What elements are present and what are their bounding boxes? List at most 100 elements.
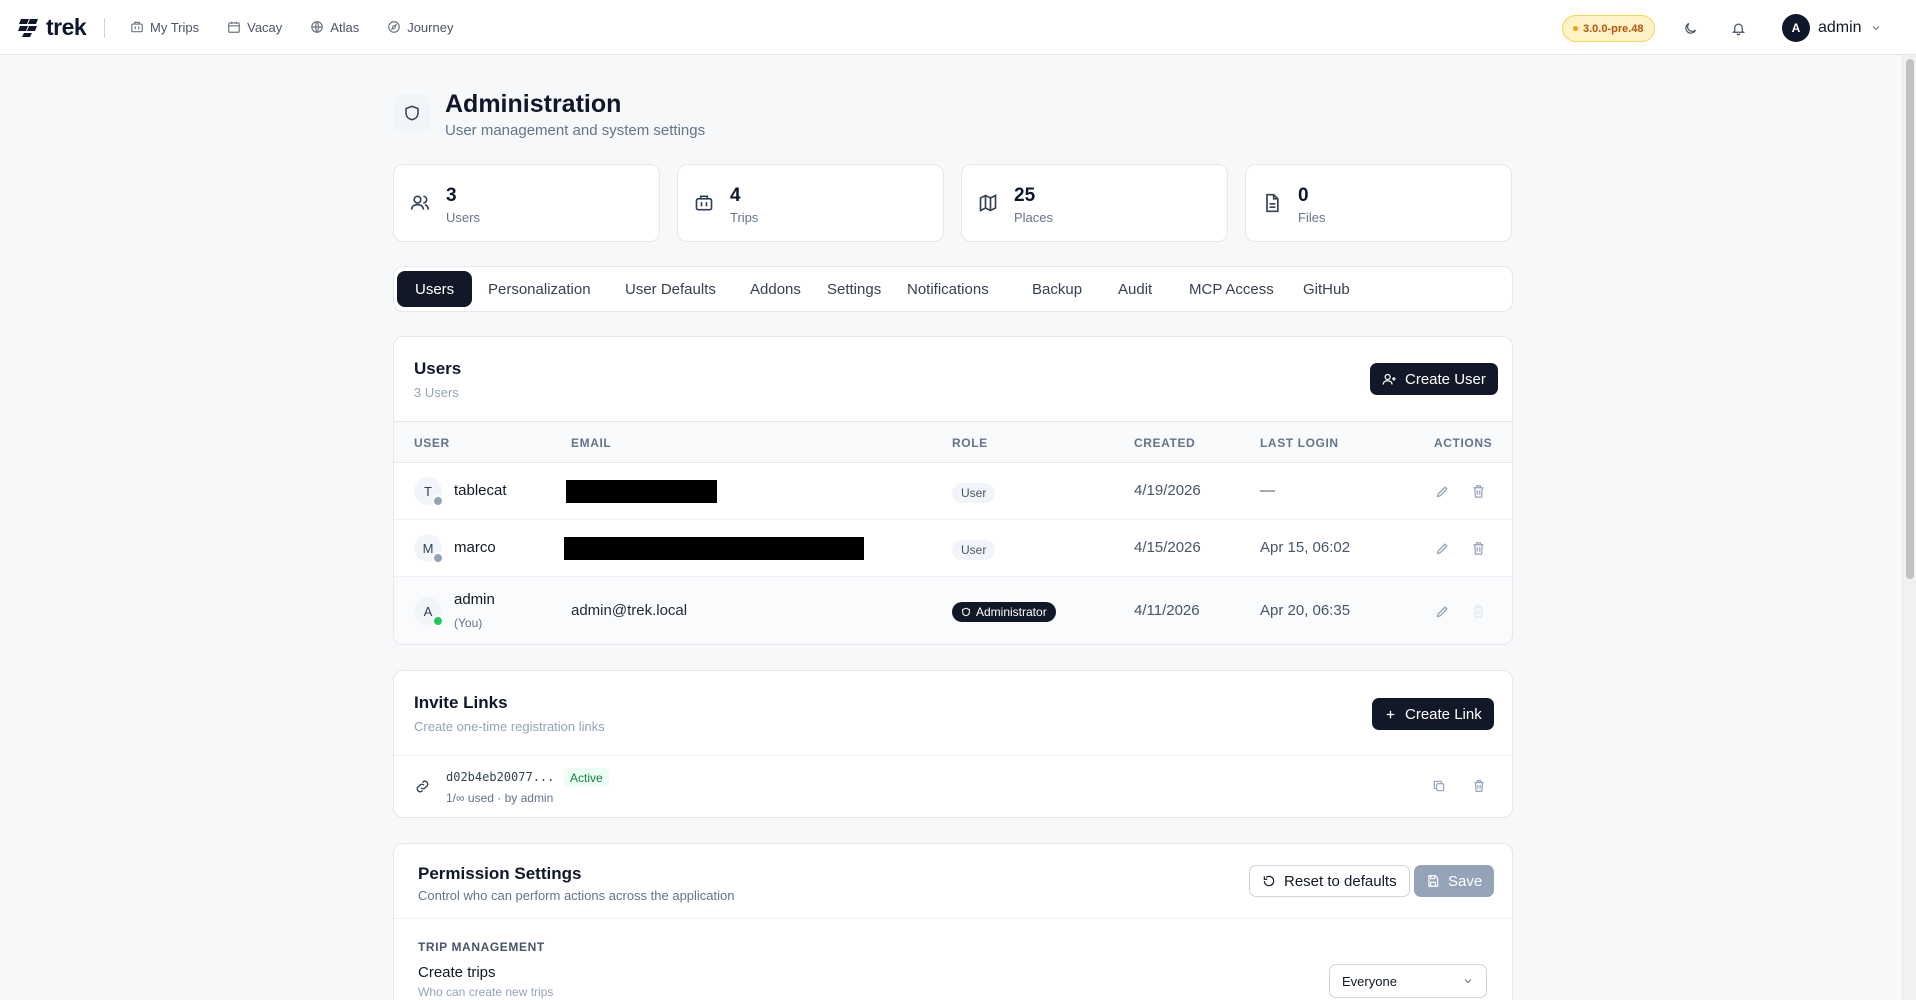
status-badge: Active — [564, 768, 609, 787]
redacted-email — [566, 480, 717, 503]
status-dot — [432, 495, 444, 507]
edit-user-button[interactable] — [1432, 538, 1452, 558]
user-plus-icon — [1382, 373, 1396, 385]
divider — [394, 918, 1512, 919]
avatar: A — [1782, 14, 1810, 42]
last-login: Apr 15, 06:02 — [1260, 539, 1351, 556]
reset-defaults-button[interactable]: Reset to defaults — [1249, 865, 1410, 897]
edit-user-button[interactable] — [1432, 481, 1452, 501]
trash-icon — [1473, 541, 1483, 555]
table-row: M marco User 4/15/2026 Apr 15, 06:02 — [394, 520, 1512, 577]
user-avatar-initial: A — [423, 603, 433, 619]
tab-users[interactable]: Users — [397, 271, 473, 307]
copy-icon — [1433, 780, 1445, 792]
stat-files-value: 0 — [1298, 185, 1309, 206]
reset-defaults-label: Reset to defaults — [1284, 872, 1397, 890]
stat-users-value: 3 — [446, 185, 457, 206]
created-date: 4/19/2026 — [1134, 482, 1201, 499]
admin-tabs: Users Personalization User Defaults Addo… — [393, 266, 1513, 312]
save-button[interactable]: Save — [1414, 865, 1495, 897]
permission-select[interactable]: Everyone — [1329, 964, 1487, 998]
edit-user-button[interactable] — [1432, 601, 1452, 621]
create-link-label: Create Link — [1405, 705, 1482, 723]
users-icon — [410, 195, 430, 210]
page-subtitle: User management and system settings — [445, 122, 706, 139]
user-name: tablecat — [454, 482, 507, 499]
user-menu-name: admin — [1818, 19, 1862, 36]
save-label: Save — [1448, 872, 1483, 890]
tab-user-defaults[interactable]: User Defaults — [607, 271, 734, 307]
user-avatar-initial: T — [424, 483, 432, 499]
delete-user-button[interactable] — [1468, 538, 1488, 558]
user-avatar: A — [414, 597, 444, 627]
permission-select-value: Everyone — [1342, 973, 1397, 989]
trash-icon — [1473, 604, 1483, 618]
nav-vacay-label: Vacay — [247, 19, 283, 35]
globe-icon — [311, 21, 324, 33]
create-user-label: Create User — [1405, 370, 1486, 388]
role-badge: Administrator — [952, 602, 1056, 622]
permission-settings-card: Permission Settings Control who can perf… — [393, 843, 1513, 1000]
map-icon — [979, 194, 997, 212]
notifications-button[interactable] — [1726, 16, 1750, 40]
nav-vacay[interactable]: Vacay — [227, 16, 282, 38]
user-avatar-initial: M — [422, 540, 434, 556]
last-login: Apr 20, 06:35 — [1260, 602, 1351, 619]
tab-personalization[interactable]: Personalization — [470, 271, 609, 307]
stat-card-places: 25 Places — [961, 164, 1228, 242]
tab-addons[interactable]: Addons — [732, 271, 819, 307]
brand-logo[interactable]: trek — [18, 14, 87, 41]
last-login: — — [1260, 482, 1275, 499]
column-role: ROLE — [952, 436, 988, 450]
user-email: admin@trek.local — [571, 602, 688, 619]
tab-notifications[interactable]: Notifications — [889, 271, 1007, 307]
page-title: Administration — [445, 90, 622, 118]
plus-icon — [1386, 710, 1395, 718]
pencil-icon — [1436, 542, 1448, 554]
redacted-email — [564, 537, 864, 560]
stat-places-label: Places — [1014, 210, 1054, 225]
page-scrollbar[interactable] — [1902, 55, 1916, 1000]
delete-user-button[interactable] — [1468, 481, 1488, 501]
table-row: T tablecat User 4/19/2026 — — [394, 463, 1512, 520]
online-status-dot — [432, 615, 444, 627]
copy-link-button[interactable] — [1429, 776, 1449, 796]
logo-divider — [104, 18, 105, 38]
tab-mcp-access[interactable]: MCP Access — [1171, 271, 1292, 307]
column-user: USER — [414, 436, 450, 450]
current-user-tag: (You) — [454, 616, 483, 630]
nav-my-trips[interactable]: My Trips — [130, 16, 199, 38]
delete-link-button[interactable] — [1469, 776, 1489, 796]
scrollbar-thumb[interactable] — [1906, 59, 1914, 579]
theme-toggle-button[interactable] — [1678, 16, 1702, 40]
column-last-login: LAST LOGIN — [1260, 436, 1339, 450]
tab-settings[interactable]: Settings — [809, 271, 899, 307]
tab-backup[interactable]: Backup — [1014, 271, 1100, 307]
column-actions: ACTIONS — [1434, 436, 1493, 450]
invite-usage: 1/∞ used · by admin — [446, 791, 554, 805]
stat-trips-label: Trips — [730, 210, 759, 225]
nav-atlas-label: Atlas — [330, 19, 360, 35]
section-heading: TRIP MANAGEMENT — [418, 940, 545, 954]
tab-github[interactable]: GitHub — [1285, 271, 1368, 307]
tab-audit[interactable]: Audit — [1100, 271, 1170, 307]
invite-token: d02b4eb20077... — [446, 770, 555, 784]
invite-links-title: Invite Links — [414, 693, 508, 712]
user-menu[interactable]: A admin — [1782, 14, 1882, 42]
trash-icon — [1473, 484, 1483, 498]
user-avatar: T — [414, 477, 444, 507]
stat-files-label: Files — [1298, 210, 1326, 225]
permission-name: Create trips — [418, 964, 496, 981]
page-icon — [393, 94, 431, 132]
create-user-button[interactable]: Create User — [1370, 363, 1498, 395]
reset-icon — [1263, 875, 1275, 887]
chevron-down-icon — [1464, 979, 1472, 984]
pencil-icon — [1436, 605, 1448, 617]
user-name: marco — [454, 539, 496, 556]
users-card: Users 3 Users Create User USER EMAIL ROL… — [393, 336, 1513, 645]
nav-atlas[interactable]: Atlas — [310, 16, 359, 38]
nav-journey[interactable]: Journey — [387, 16, 453, 38]
compass-icon — [388, 21, 401, 33]
create-link-button[interactable]: Create Link — [1372, 698, 1494, 730]
users-card-title: Users — [414, 359, 462, 378]
